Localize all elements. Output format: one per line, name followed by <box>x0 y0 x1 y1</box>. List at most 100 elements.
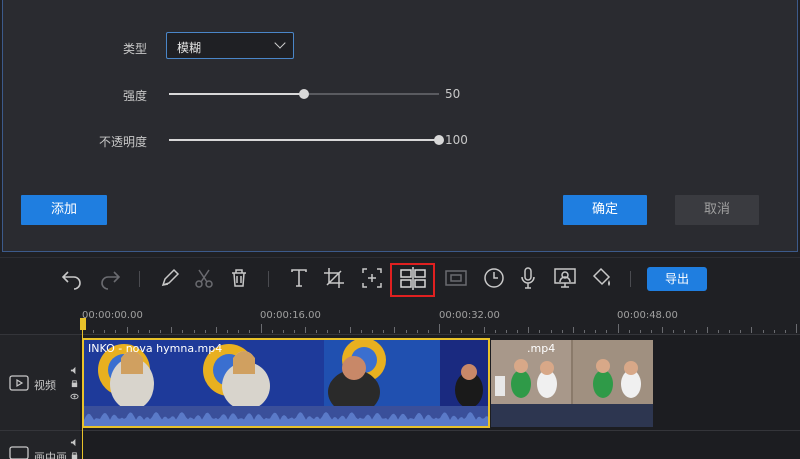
fill-icon[interactable] <box>590 266 614 290</box>
clip-name: INKO - nova hymna.mp4 <box>88 342 223 355</box>
ruler-tick <box>762 330 764 333</box>
export-button[interactable]: 导出 <box>647 267 707 291</box>
ruler-tick <box>349 327 351 333</box>
crop-icon[interactable] <box>322 266 346 290</box>
ruler-tick <box>550 330 552 333</box>
ruler-tick <box>171 327 173 333</box>
ruler-tick <box>717 330 719 333</box>
clip-name: .mp4 <box>527 342 556 355</box>
ruler-tick <box>193 330 195 333</box>
type-select-value: 模糊 <box>177 41 202 55</box>
tick-label: 00:00:00.00 <box>82 310 143 321</box>
redo-icon[interactable] <box>98 266 122 290</box>
lock-icon[interactable] <box>70 379 79 388</box>
ruler-tick <box>561 330 563 333</box>
speaker-icon[interactable] <box>70 366 79 375</box>
type-select[interactable]: 模糊 <box>166 32 294 59</box>
timeline-ruler[interactable]: 00:00:00.00 00:00:16.00 00:00:32.00 00:0… <box>0 303 800 333</box>
ruler-tick <box>148 330 150 333</box>
add-button[interactable]: 添加 <box>21 195 107 225</box>
pen-icon[interactable] <box>158 266 182 290</box>
ruler-tick <box>528 327 530 333</box>
opacity-label: 不透明度 <box>98 135 147 149</box>
ruler-tick <box>684 330 686 333</box>
microphone-icon[interactable] <box>516 266 540 290</box>
ruler-tick <box>751 327 753 333</box>
ruler-tick <box>360 330 362 333</box>
opacity-slider-fill <box>169 139 439 141</box>
strength-value: 50 <box>445 87 461 101</box>
video-track-icon <box>9 375 29 391</box>
toolbar-divider <box>630 271 631 287</box>
lock-icon[interactable] <box>70 451 79 459</box>
highlight-box <box>390 263 435 297</box>
strength-slider-fill <box>169 93 304 95</box>
video-track-header: 视频 <box>0 334 80 430</box>
speaker-icon[interactable] <box>70 438 79 447</box>
ruler-tick <box>126 327 128 333</box>
ruler-tick <box>204 330 206 333</box>
ruler-tick <box>394 327 396 333</box>
ruler-tick <box>327 330 329 333</box>
opacity-slider[interactable] <box>169 135 444 145</box>
ruler-tick <box>796 324 797 333</box>
strength-label: 强度 <box>122 89 147 103</box>
scissors-icon[interactable] <box>192 266 216 290</box>
ruler-tick <box>182 330 184 333</box>
ruler-tick <box>505 330 507 333</box>
opacity-slider-knob[interactable] <box>434 135 444 145</box>
ruler-tick <box>584 330 586 333</box>
strength-slider-knob[interactable] <box>299 89 309 99</box>
playhead-line[interactable] <box>82 330 83 459</box>
playhead-handle[interactable] <box>80 318 86 330</box>
pip-track-label: 画中画 <box>34 451 67 459</box>
ruler-tick <box>372 330 374 333</box>
app-root: 类型 模糊 强度 50 不透明度 100 添加 确定 取消 导出 00:00:0… <box>0 0 800 459</box>
ruler-tick <box>639 330 641 333</box>
cancel-button[interactable]: 取消 <box>675 195 759 225</box>
ruler-tick <box>115 330 117 333</box>
video-clip-selected[interactable]: INKO - nova hymna.mp4 <box>82 338 490 428</box>
ruler-tick <box>338 330 340 333</box>
ruler-tick <box>293 330 295 333</box>
ruler-tick <box>472 330 474 333</box>
clock-icon[interactable] <box>482 266 506 290</box>
mosaic-settings-dialog: 类型 模糊 强度 50 不透明度 100 添加 确定 取消 <box>2 0 798 252</box>
tick-label: 00:00:32.00 <box>439 310 500 321</box>
ruler-tick <box>517 330 519 333</box>
add-frame-icon[interactable] <box>360 266 384 290</box>
ruler-tick <box>450 330 452 333</box>
video-clip[interactable]: .mp4 <box>491 340 653 427</box>
ruler-tick <box>673 330 675 333</box>
ruler-tick <box>617 324 619 333</box>
screen-record-icon[interactable] <box>553 266 577 290</box>
ruler-tick <box>662 327 664 333</box>
ruler-tick <box>539 330 541 333</box>
ruler-tick <box>740 330 742 333</box>
frame-rect-icon[interactable] <box>444 266 468 290</box>
ruler-tick <box>249 330 251 333</box>
chevron-down-icon <box>274 37 286 49</box>
confirm-button[interactable]: 确定 <box>563 195 647 225</box>
trash-icon[interactable] <box>227 266 251 290</box>
text-icon[interactable] <box>287 266 311 290</box>
eye-icon[interactable] <box>70 392 79 401</box>
ruler-tick <box>137 330 139 333</box>
ruler-tick <box>305 327 307 333</box>
audio-track-strip <box>491 404 653 427</box>
ruler-tick <box>606 330 608 333</box>
ruler-tick <box>494 330 496 333</box>
ruler-tick <box>416 330 418 333</box>
strength-slider[interactable] <box>169 89 439 99</box>
ruler-tick <box>316 330 318 333</box>
ruler-tick <box>572 327 574 333</box>
ruler-tick <box>650 330 652 333</box>
ruler-tick <box>773 330 775 333</box>
undo-icon[interactable] <box>60 266 84 290</box>
pip-track-header: 画中画 <box>0 430 80 459</box>
ruler-tick <box>628 330 630 333</box>
toolbar-divider <box>268 271 269 287</box>
ruler-tick <box>260 324 262 333</box>
pip-track <box>80 430 800 459</box>
ruler-tick <box>427 330 429 333</box>
